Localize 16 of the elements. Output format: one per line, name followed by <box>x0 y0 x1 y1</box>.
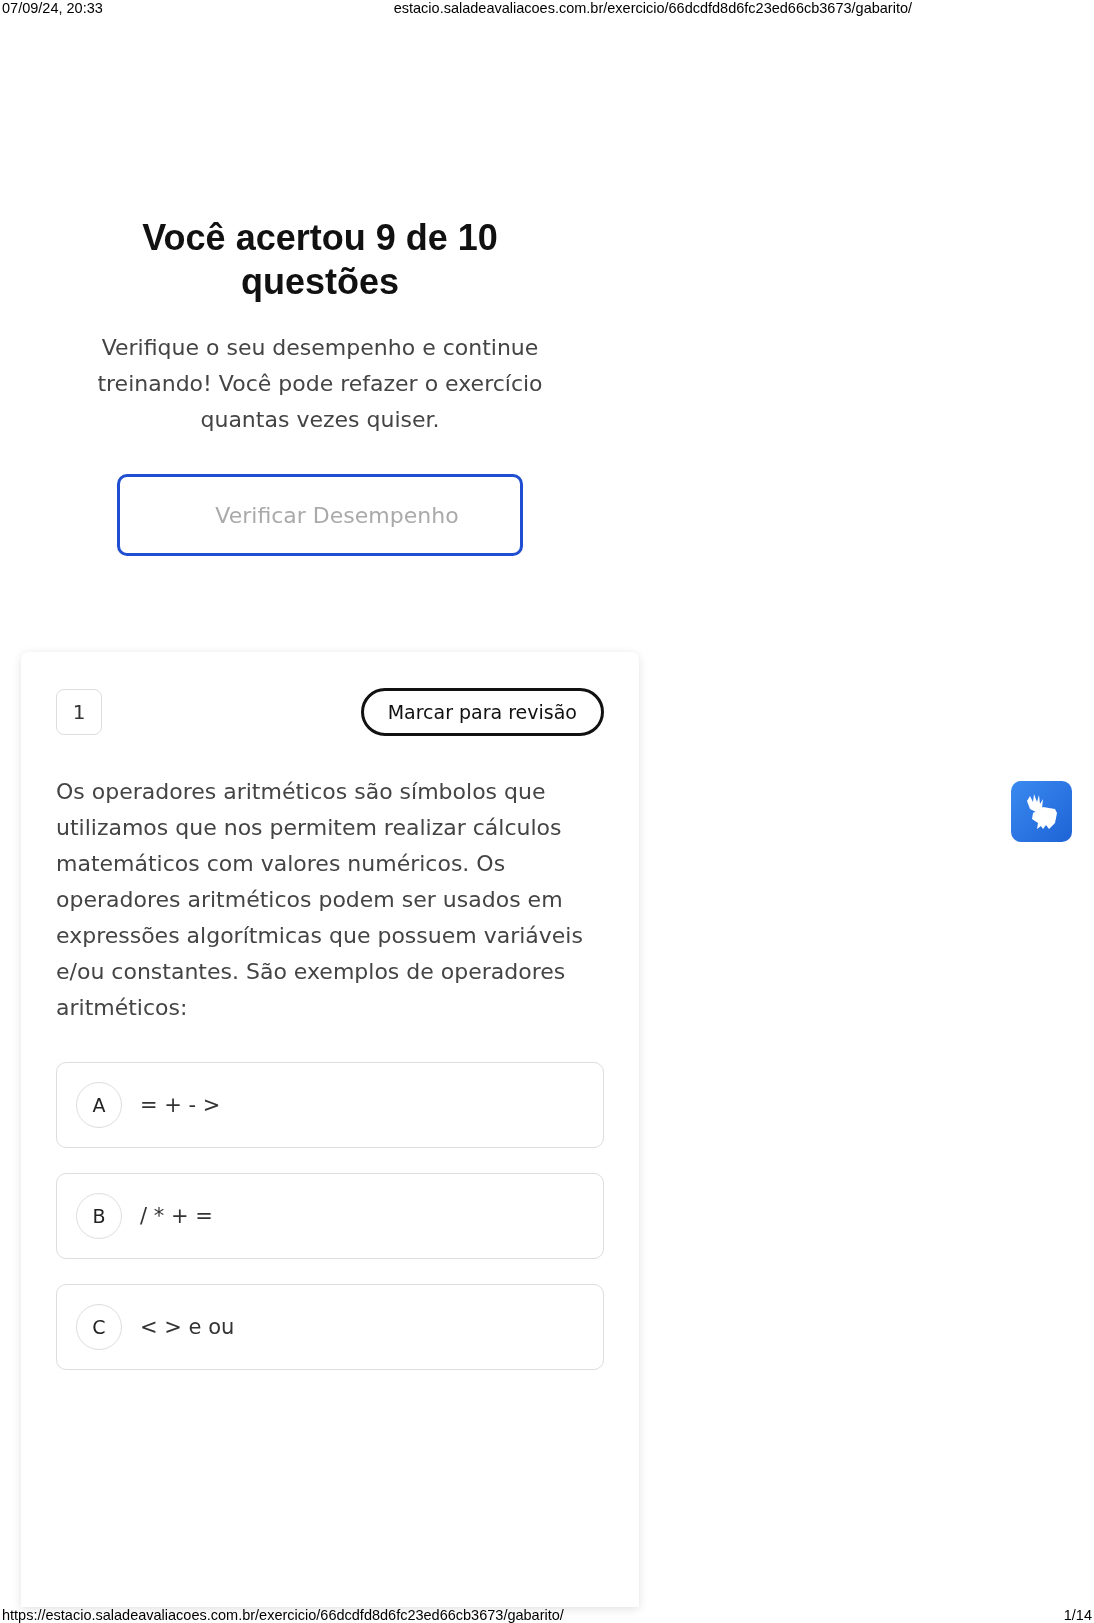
page-url: https://estacio.saladeavaliacoes.com.br/exercicio/66dcdfd8d6fc23ed66cb3673/gabarito/ <box>2 1607 564 1623</box>
option-text: / * + = <box>140 1204 213 1228</box>
question-text: Os operadores aritméticos são símbolos que utilizamos que nos permitem realizar cálculos matemáticos com valores numéricos. Os operadores aritméticos podem ser usados em expressões algorítmicas que possuem variáveis e/ou constantes. São exemplos de operadores aritméticos: <box>56 778 584 1022</box>
answer-option[interactable]: C < > e ou <box>56 1284 604 1370</box>
page-url: estacio.saladeavaliacoes.com.br/exercicio/66dcdfd8d6fc23ed66cb3673/gabarito/ <box>393 0 912 16</box>
mark-for-review-button[interactable]: Marcar para revisão <box>360 688 604 736</box>
option-text: < > e ou <box>140 1315 235 1339</box>
option-text: = + - > <box>140 1093 221 1117</box>
answer-option[interactable]: B / * + = <box>56 1173 604 1259</box>
print-date: 07/09/24, 20:33 <box>2 0 103 16</box>
result-subtitle: Verifique o seu desempenho e continue treinando! Você pode refazer o exercício quantas vezes quiser. <box>96 334 544 434</box>
answer-option[interactable]: A = + - > <box>56 1062 604 1148</box>
question-number: 1 <box>56 689 102 735</box>
page-number: 1/14 <box>1063 1607 1092 1623</box>
sign-language-button[interactable] <box>1011 781 1072 842</box>
result-title: Você acertou 9 de 10 questões <box>141 216 499 304</box>
